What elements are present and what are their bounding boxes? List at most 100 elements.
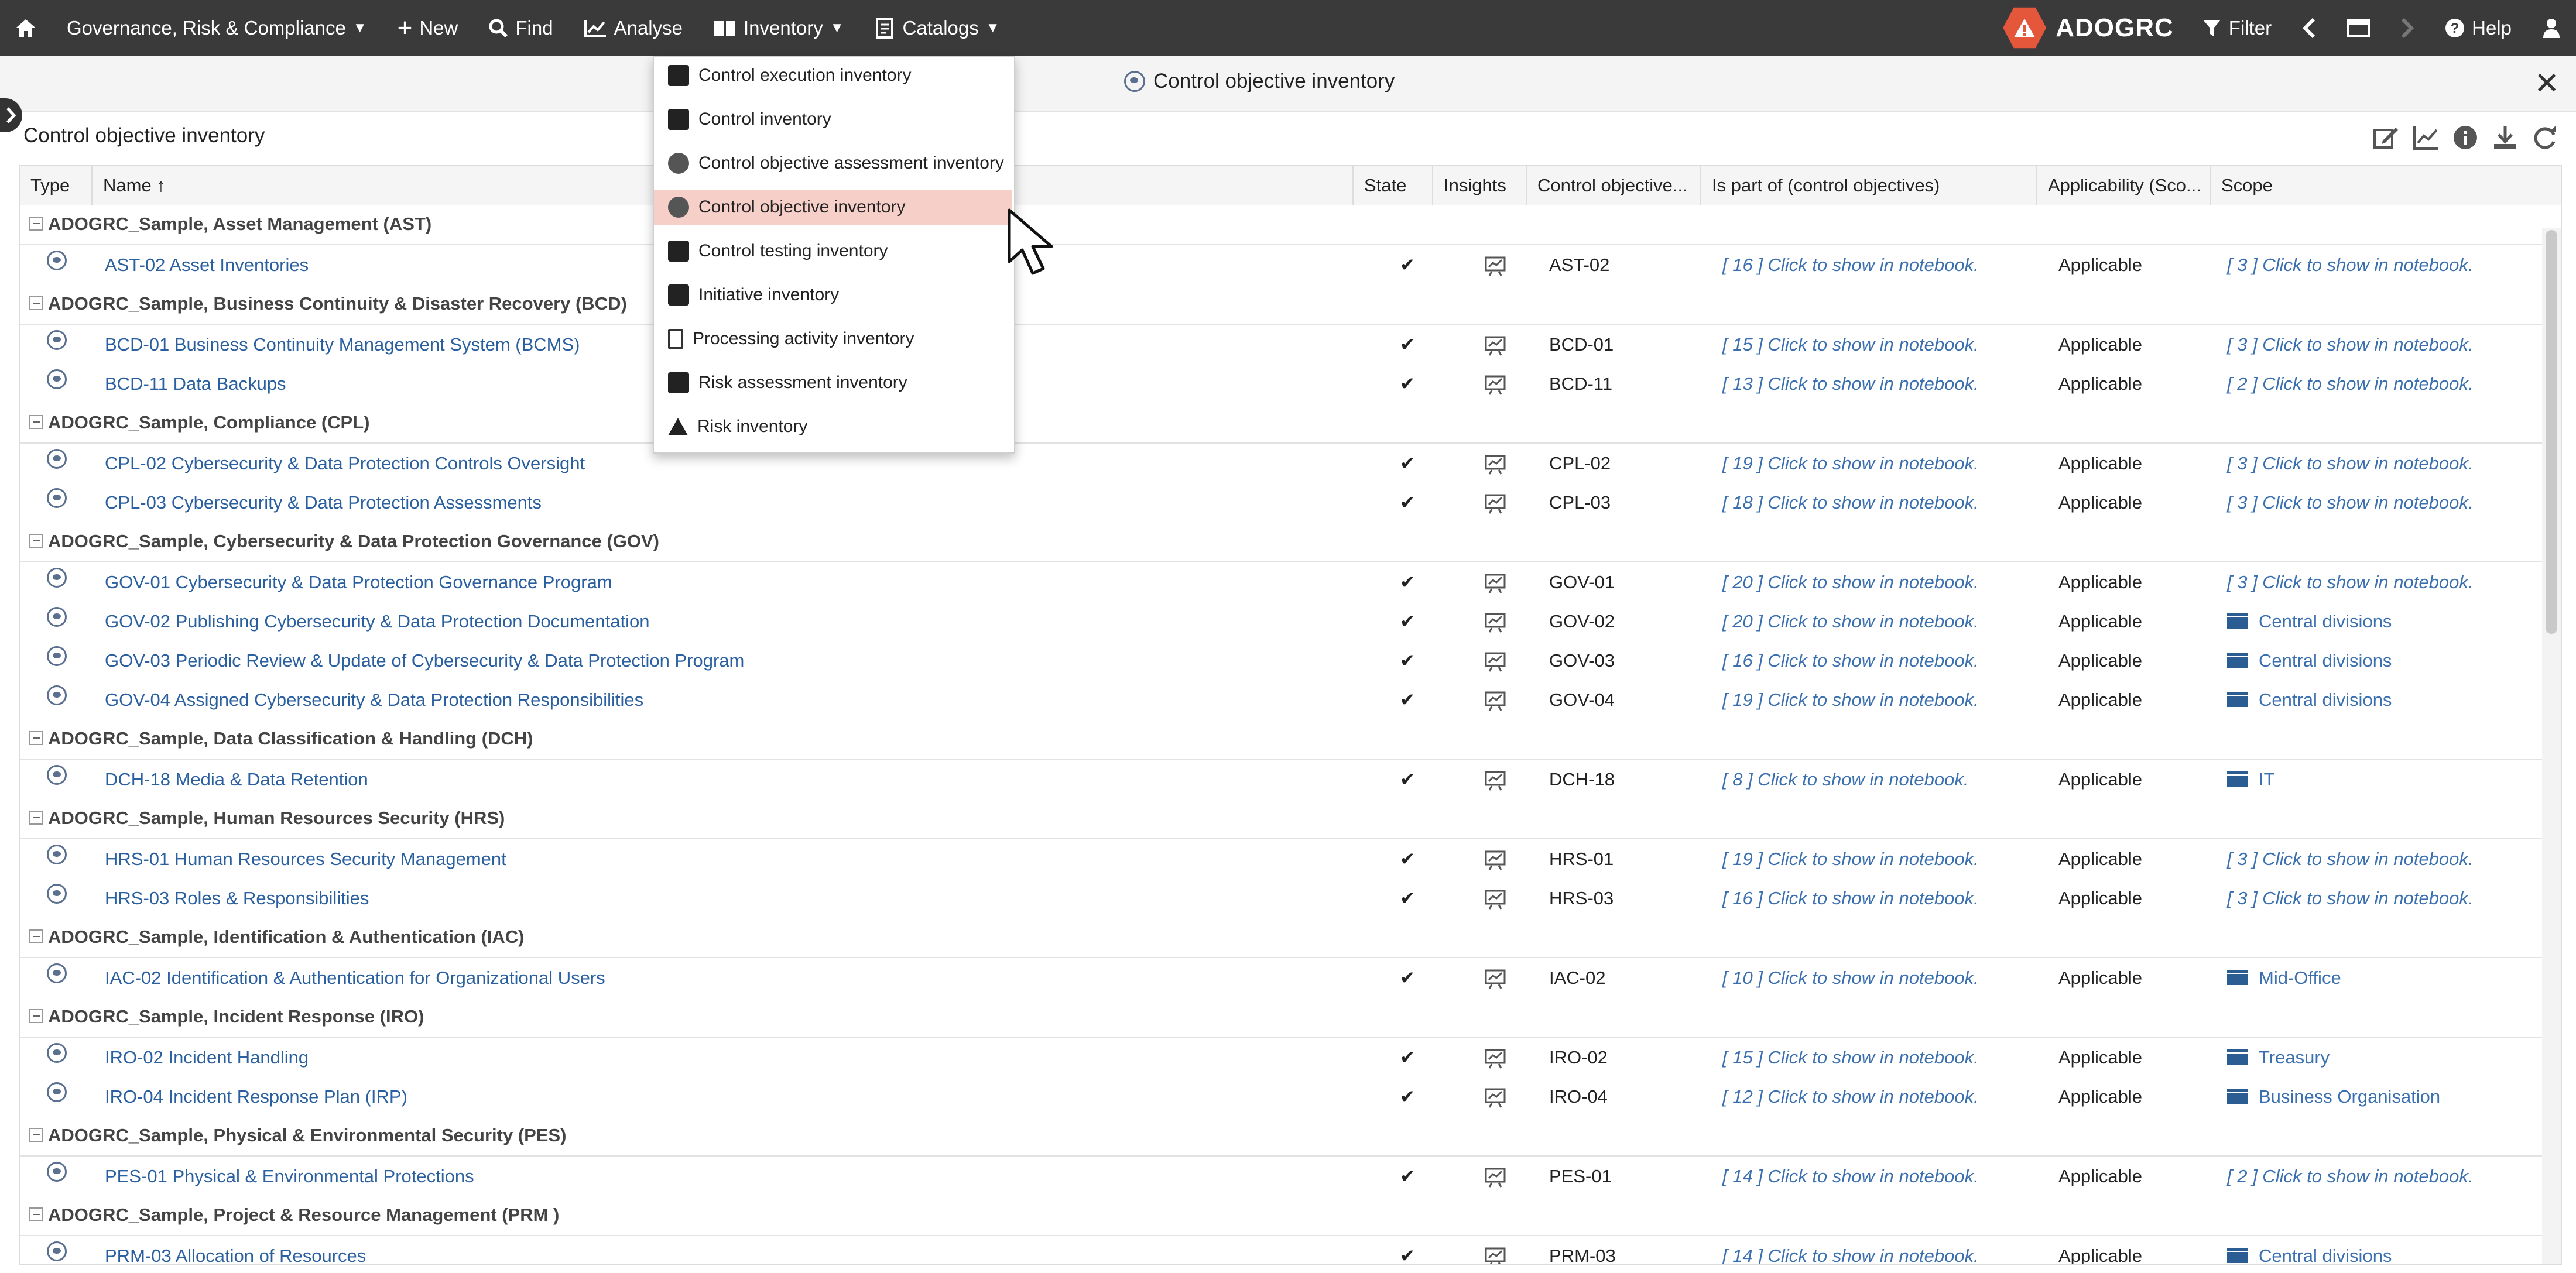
back-button[interactable]	[2287, 0, 2331, 56]
user-button[interactable]	[2527, 0, 2576, 56]
scope-value[interactable]: Central divisions	[2214, 641, 2542, 680]
name-link[interactable]: GOV-01 Cybersecurity & Data Protection G…	[105, 562, 1358, 602]
menu-item[interactable]: Control objective assessment inventory	[654, 146, 1012, 181]
insights-icon[interactable]	[1448, 483, 1542, 522]
menu-item[interactable]: Control execution inventory	[654, 58, 1012, 93]
insights-icon[interactable]	[1448, 325, 1542, 364]
is-part-of-link[interactable]: [ 16 ] Click to show in notebook.	[1710, 641, 2037, 680]
is-part-of-link[interactable]: [ 19 ] Click to show in notebook.	[1710, 680, 2037, 719]
group-row[interactable]: ADOGRC_Sample, Data Classification & Han…	[20, 719, 2561, 760]
name-link[interactable]: CPL-03 Cybersecurity & Data Protection A…	[105, 483, 1358, 522]
menu-item[interactable]: Control inventory	[654, 102, 1012, 137]
group-row[interactable]: ADOGRC_Sample, Physical & Environmental …	[20, 1116, 2561, 1157]
info-icon[interactable]	[2452, 124, 2479, 151]
name-link[interactable]: PRM-03 Allocation of Resources	[105, 1236, 1358, 1264]
menu-item[interactable]: Risk inventory	[654, 409, 1012, 444]
name-link[interactable]: HRS-03 Roles & Responsibilities	[105, 879, 1358, 918]
menu-item[interactable]: Control objective inventory	[654, 190, 1012, 225]
scope-link[interactable]: [ 3 ] Click to show in notebook.	[2214, 325, 2542, 364]
column-header-control-objective-id[interactable]: Control objective...	[1527, 166, 1701, 205]
help-button[interactable]: ? Help	[2430, 0, 2527, 56]
insights-icon[interactable]	[1448, 562, 1542, 602]
refresh-icon[interactable]	[2532, 124, 2558, 151]
table-row[interactable]: IRO-04 Incident Response Plan (IRP) ✔ IRO-…	[20, 1077, 2561, 1116]
collapse-icon[interactable]	[29, 217, 43, 231]
scope-link[interactable]: [ 3 ] Click to show in notebook.	[2214, 879, 2542, 918]
table-row[interactable]: GOV-01 Cybersecurity & Data Protection G…	[20, 562, 2561, 602]
name-link[interactable]: GOV-03 Periodic Review & Update of Cyber…	[105, 641, 1358, 680]
is-part-of-link[interactable]: [ 20 ] Click to show in notebook.	[1710, 602, 2037, 641]
collapse-icon[interactable]	[29, 929, 43, 943]
filter-button[interactable]: Filter	[2187, 0, 2287, 56]
catalogs-menu-button[interactable]: Catalogs ▼	[859, 0, 1015, 56]
is-part-of-link[interactable]: [ 16 ] Click to show in notebook.	[1710, 879, 2037, 918]
chart-line-icon[interactable]	[2412, 124, 2439, 151]
home-button[interactable]	[0, 0, 52, 56]
scope-link[interactable]: [ 3 ] Click to show in notebook.	[2214, 839, 2542, 879]
is-part-of-link[interactable]: [ 15 ] Click to show in notebook.	[1710, 1038, 2037, 1077]
is-part-of-link[interactable]: [ 13 ] Click to show in notebook.	[1710, 364, 2037, 403]
insights-icon[interactable]	[1448, 760, 1542, 799]
collapse-icon[interactable]	[29, 296, 43, 310]
table-row[interactable]: GOV-02 Publishing Cybersecurity & Data P…	[20, 602, 2561, 641]
name-link[interactable]: DCH-18 Media & Data Retention	[105, 760, 1358, 799]
insights-icon[interactable]	[1448, 958, 1542, 997]
vertical-scrollbar[interactable]	[2542, 228, 2561, 1264]
insights-icon[interactable]	[1448, 641, 1542, 680]
is-part-of-link[interactable]: [ 14 ] Click to show in notebook.	[1710, 1157, 2037, 1196]
table-row[interactable]: AST-02 Asset Inventories ✔ AST-02[ 16 ] Cl…	[20, 245, 2561, 284]
name-link[interactable]: HRS-01 Human Resources Security Manageme…	[105, 839, 1358, 879]
menu-item[interactable]: Risk assessment inventory	[654, 365, 1012, 400]
group-row[interactable]: ADOGRC_Sample, Incident Response (IRO)	[20, 997, 2561, 1038]
scroll-thumb[interactable]	[2546, 230, 2557, 634]
is-part-of-link[interactable]: [ 18 ] Click to show in notebook.	[1710, 483, 2037, 522]
close-icon[interactable]: ✕	[2534, 66, 2560, 101]
group-row[interactable]: ADOGRC_Sample, Cybersecurity & Data Prot…	[20, 522, 2561, 562]
insights-icon[interactable]	[1448, 1236, 1542, 1264]
collapse-icon[interactable]	[29, 1128, 43, 1142]
is-part-of-link[interactable]: [ 14 ] Click to show in notebook.	[1710, 1236, 2037, 1264]
insights-icon[interactable]	[1448, 1038, 1542, 1077]
table-row[interactable]: BCD-11 Data Backups ✔ BCD-11[ 13 ] Click t…	[20, 364, 2561, 403]
forward-button[interactable]	[2385, 0, 2430, 56]
collapse-icon[interactable]	[29, 415, 43, 429]
scope-value[interactable]: Treasury	[2214, 1038, 2542, 1077]
group-row[interactable]: ADOGRC_Sample, Project & Resource Manage…	[20, 1196, 2561, 1236]
scope-link[interactable]: [ 3 ] Click to show in notebook.	[2214, 562, 2542, 602]
column-header-state[interactable]: State	[1354, 166, 1433, 205]
insights-icon[interactable]	[1448, 1157, 1542, 1196]
scope-link[interactable]: [ 2 ] Click to show in notebook.	[2214, 364, 2542, 403]
table-row[interactable]: PRM-03 Allocation of Resources ✔ PRM-03 [ 1…	[20, 1236, 2561, 1264]
scope-value[interactable]: Central divisions	[2214, 680, 2542, 719]
scope-value[interactable]: Business Organisation	[2214, 1077, 2542, 1116]
column-header-scope[interactable]: Scope	[2211, 166, 2561, 205]
column-header-type[interactable]: Type	[20, 166, 93, 205]
menu-item[interactable]: Processing activity inventory	[654, 321, 1012, 356]
table-row[interactable]: HRS-01 Human Resources Security Manageme…	[20, 839, 2561, 879]
is-part-of-link[interactable]: [ 10 ] Click to show in notebook.	[1710, 958, 2037, 997]
insights-icon[interactable]	[1448, 879, 1542, 918]
group-row[interactable]: ADOGRC_Sample, Human Resources Security …	[20, 799, 2561, 839]
scope-link[interactable]: [ 3 ] Click to show in notebook.	[2214, 444, 2542, 483]
scope-value[interactable]: Mid-Office	[2214, 958, 2542, 997]
insights-icon[interactable]	[1448, 364, 1542, 403]
scope-value[interactable]: IT	[2214, 760, 2542, 799]
window-button[interactable]	[2331, 0, 2385, 56]
insights-icon[interactable]	[1448, 839, 1542, 879]
find-button[interactable]: Find	[473, 0, 568, 56]
table-row[interactable]: GOV-03 Periodic Review & Update of Cyber…	[20, 641, 2561, 680]
is-part-of-link[interactable]: [ 12 ] Click to show in notebook.	[1710, 1077, 2037, 1116]
is-part-of-link[interactable]: [ 19 ] Click to show in notebook.	[1710, 444, 2037, 483]
column-header-is-part-of[interactable]: Is part of (control objectives)	[1701, 166, 2037, 205]
scope-link[interactable]: [ 3 ] Click to show in notebook.	[2214, 483, 2542, 522]
table-row[interactable]: BCD-01 Business Continuity Management Sy…	[20, 325, 2561, 364]
column-header-insights[interactable]: Insights	[1433, 166, 1527, 205]
menu-item[interactable]: Control testing inventory	[654, 234, 1012, 269]
name-link[interactable]: IRO-04 Incident Response Plan (IRP)	[105, 1077, 1358, 1116]
group-row[interactable]: ADOGRC_Sample, Compliance (CPL)	[20, 403, 2561, 444]
group-row[interactable]: ADOGRC_Sample, Identification & Authenti…	[20, 918, 2561, 958]
insights-icon[interactable]	[1448, 680, 1542, 719]
is-part-of-link[interactable]: [ 16 ] Click to show in notebook.	[1710, 245, 2037, 284]
group-row[interactable]: ADOGRC_Sample, Business Continuity & Dis…	[20, 284, 2561, 325]
edit-icon[interactable]	[2372, 124, 2399, 151]
